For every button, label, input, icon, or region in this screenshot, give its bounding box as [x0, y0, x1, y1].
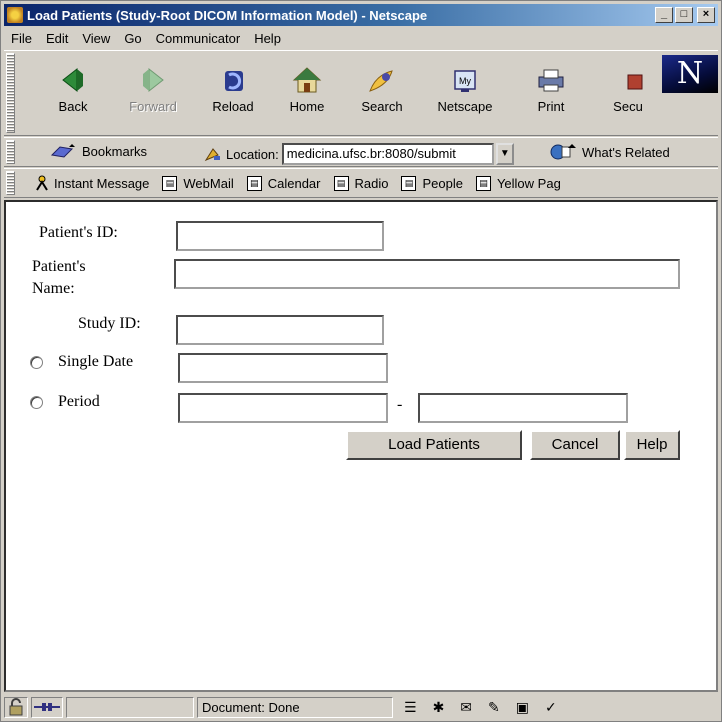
back-button[interactable]: Back: [38, 57, 108, 129]
back-arrow-icon: [62, 67, 83, 93]
bookmarks-icon: [50, 144, 75, 158]
menu-communicator[interactable]: Communicator: [149, 31, 248, 46]
location-icon[interactable]: [204, 146, 222, 162]
menu-view[interactable]: View: [75, 31, 117, 46]
menu-go[interactable]: Go: [117, 31, 148, 46]
load-patients-button[interactable]: Load Patients: [346, 430, 522, 460]
period-radio[interactable]: [30, 396, 43, 409]
close-button[interactable]: ×: [697, 7, 715, 23]
print-icon: [538, 69, 564, 92]
period-to-input[interactable]: [418, 393, 628, 423]
bookmark-page-icon: ▤: [162, 175, 178, 191]
cancel-button[interactable]: Cancel: [530, 430, 620, 460]
bookmark-page-icon: ▤: [401, 175, 417, 191]
bookmark-page-icon: ▤: [246, 175, 262, 191]
toolbar-grip[interactable]: [6, 140, 15, 164]
patient-id-label: Patient's ID:: [39, 224, 118, 241]
location-label: Location:: [226, 146, 279, 162]
my-netscape-button[interactable]: My Netscape: [430, 57, 500, 129]
patient-name-label-line2: Name:: [32, 280, 75, 297]
browser-window: Load Patients (Study-Root DICOM Informat…: [0, 0, 722, 722]
menu-help[interactable]: Help: [247, 31, 288, 46]
netscape-logo[interactable]: N: [662, 55, 718, 93]
location-toolbar: Bookmarks Location: medicina.ufsc.br:808…: [4, 137, 718, 167]
progress-bar: [66, 697, 194, 718]
security-lock-icon[interactable]: [4, 697, 28, 718]
home-button[interactable]: Home: [272, 57, 342, 129]
search-button[interactable]: Search: [347, 57, 417, 129]
netscape-app-icon[interactable]: [7, 7, 23, 23]
menu-edit[interactable]: Edit: [39, 31, 75, 46]
url-dropdown-button[interactable]: ▼: [495, 143, 514, 165]
people-button[interactable]: ▤ People: [401, 175, 463, 191]
composer-icon[interactable]: ✎: [488, 699, 500, 716]
toolbar-grip[interactable]: [6, 171, 15, 195]
instant-message-icon: [36, 175, 48, 191]
security-button[interactable]: Secu: [600, 57, 656, 129]
single-date-input[interactable]: [178, 353, 388, 383]
connection-icon: [31, 697, 63, 718]
window-title: Load Patients (Study-Root DICOM Informat…: [27, 7, 428, 23]
search-icon: [369, 70, 393, 92]
patient-name-label: Patient's: [32, 258, 86, 275]
address-book-icon[interactable]: ▣: [516, 699, 529, 716]
instant-message-button[interactable]: Instant Message: [34, 175, 149, 191]
chevron-down-icon: ▼: [499, 148, 510, 159]
whats-related-button[interactable]: What's Related: [548, 143, 670, 161]
whats-related-label: What's Related: [582, 144, 670, 160]
status-text: Document: Done: [197, 697, 393, 718]
print-button[interactable]: Print: [516, 57, 586, 129]
status-bar: Document: Done ☰ ✱ ✉ ✎ ▣ ✓: [4, 695, 718, 720]
single-date-radio[interactable]: [30, 356, 43, 369]
period-label: Period: [58, 393, 100, 410]
period-separator: -: [397, 396, 403, 413]
study-id-input[interactable]: [176, 315, 384, 345]
maximize-button[interactable]: □: [675, 7, 693, 23]
bookmarks-label: Bookmarks: [82, 143, 148, 159]
home-icon: [292, 67, 322, 93]
page-content: Patient's ID: Patient's Name: Study ID: …: [4, 200, 718, 692]
radio-button[interactable]: ▤ Radio: [333, 175, 388, 191]
bookmark-page-icon: ▤: [475, 175, 491, 191]
toolbar-grip[interactable]: [6, 53, 15, 133]
minimize-button[interactable]: _: [655, 7, 673, 23]
menu-bar: File Edit View Go Communicator Help: [4, 28, 718, 48]
help-button[interactable]: Help: [624, 430, 680, 460]
reload-icon: [225, 71, 243, 91]
forward-arrow-icon: [143, 67, 164, 93]
yellow-pages-button[interactable]: ▤ Yellow Pag: [475, 175, 561, 191]
offline-icon[interactable]: ✓: [545, 699, 557, 716]
whats-related-icon: [550, 144, 576, 160]
location-bar: Location: medicina.ufsc.br:8080/submit ▼: [204, 143, 514, 165]
url-input[interactable]: medicina.ufsc.br:8080/submit: [281, 143, 494, 165]
mail-icon[interactable]: ✱: [433, 699, 445, 716]
forward-button[interactable]: Forward: [118, 57, 188, 129]
title-bar[interactable]: Load Patients (Study-Root DICOM Informat…: [4, 4, 718, 26]
study-id-label: Study ID:: [78, 315, 141, 332]
single-date-label: Single Date: [58, 353, 134, 370]
webmail-button[interactable]: ▤ WebMail: [162, 175, 234, 191]
bookmark-page-icon: ▤: [333, 175, 349, 191]
navigation-toolbar: Back Forward Reload Home Search My Netsc…: [4, 50, 718, 136]
bookmarks-button[interactable]: Bookmarks: [50, 143, 147, 159]
patient-id-input[interactable]: [176, 221, 384, 251]
calendar-button[interactable]: ▤ Calendar: [246, 175, 321, 191]
period-from-input[interactable]: [178, 393, 388, 423]
personal-toolbar: Instant Message ▤ WebMail ▤ Calendar ▤ R…: [4, 168, 718, 198]
svg-text:My: My: [459, 76, 471, 86]
reload-button[interactable]: Reload: [198, 57, 268, 129]
security-icon: [627, 74, 643, 90]
menu-file[interactable]: File: [4, 31, 39, 46]
patient-name-input[interactable]: [174, 259, 680, 289]
instant-message-status-icon[interactable]: ✉: [460, 699, 472, 716]
navigator-icon[interactable]: ☰: [404, 699, 417, 716]
my-netscape-icon: My: [454, 70, 476, 92]
